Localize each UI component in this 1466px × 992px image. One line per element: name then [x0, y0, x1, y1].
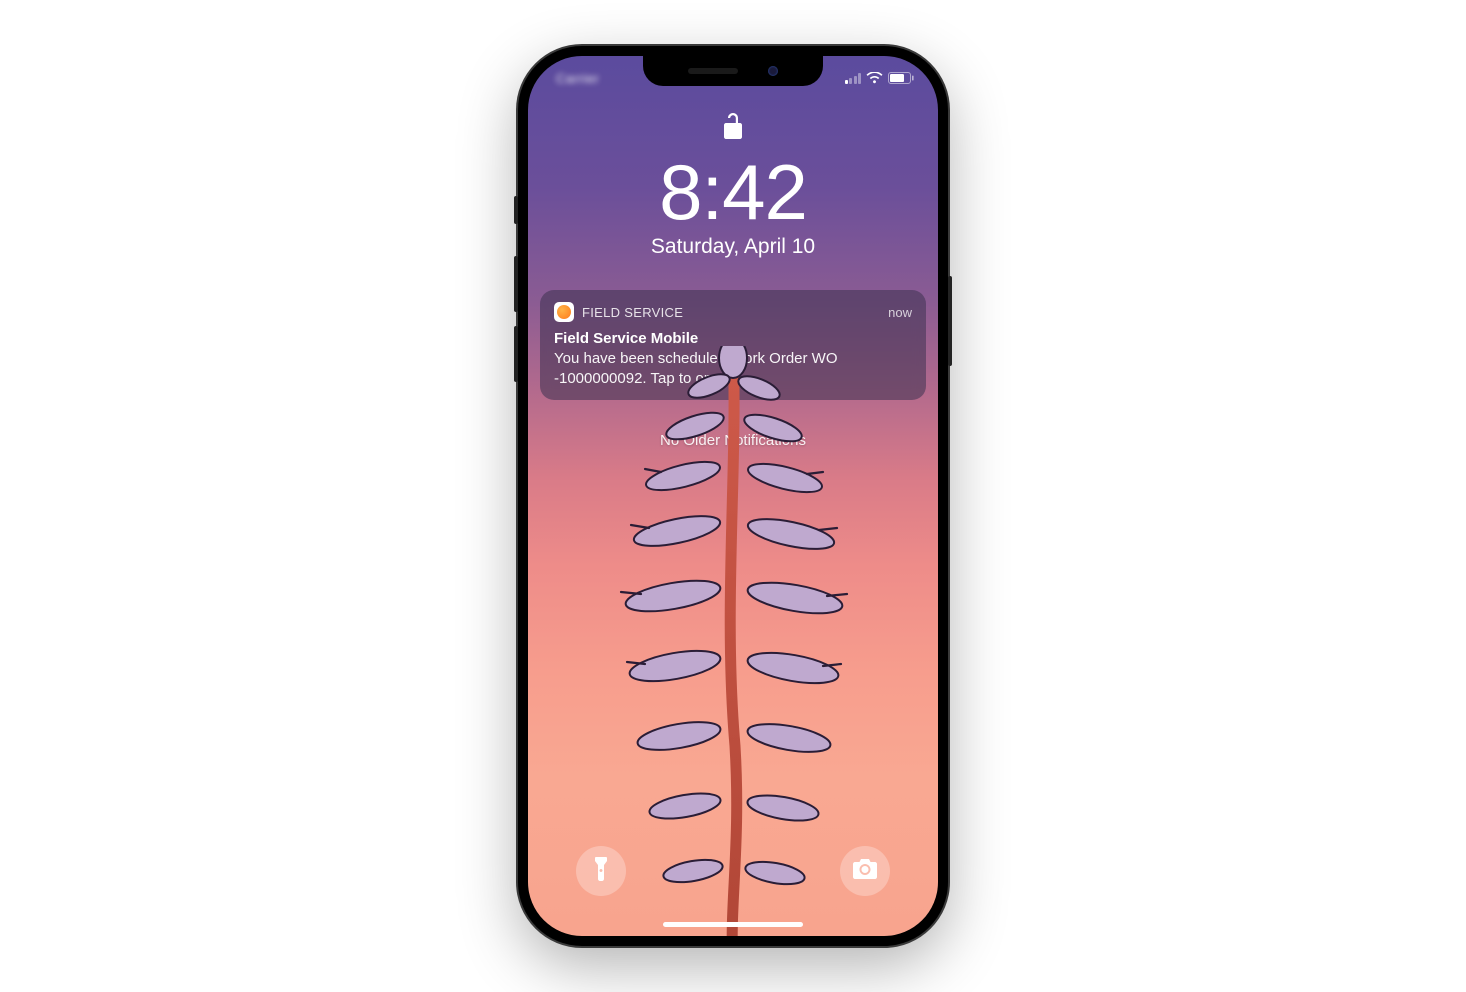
lock-screen-date: Saturday, April 10 [651, 235, 815, 259]
notification-app-name: FIELD SERVICE [582, 305, 888, 320]
flashlight-icon [591, 856, 611, 887]
cellular-signal-icon [845, 73, 862, 84]
volume-up-button[interactable] [514, 256, 518, 312]
quick-actions-row [528, 846, 938, 896]
home-indicator[interactable] [663, 922, 803, 927]
lock-screen-time: 8:42 [659, 153, 807, 231]
lock-screen-header: 8:42 Saturday, April 10 [528, 110, 938, 259]
flashlight-button[interactable] [576, 846, 626, 896]
device-notch [643, 56, 823, 86]
notification-title: Field Service Mobile [554, 330, 912, 347]
phone-screen[interactable]: Carrier 8:42 Saturday, April 10 [528, 56, 938, 936]
camera-icon [852, 858, 878, 885]
wifi-icon [866, 72, 883, 84]
camera-button[interactable] [840, 846, 890, 896]
status-carrier-text: Carrier [556, 71, 599, 86]
phone-device-frame: Carrier 8:42 Saturday, April 10 [518, 46, 948, 946]
speaker-grille [688, 68, 738, 74]
notification-header: FIELD SERVICE now [554, 302, 912, 322]
status-right-group [845, 72, 915, 84]
notification-app-icon [554, 302, 574, 322]
notification-timestamp: now [888, 305, 912, 320]
mute-switch[interactable] [514, 196, 518, 224]
front-camera [768, 66, 778, 76]
volume-down-button[interactable] [514, 326, 518, 382]
unlock-icon [721, 110, 745, 147]
battery-icon [888, 72, 914, 84]
power-button[interactable] [948, 276, 952, 366]
